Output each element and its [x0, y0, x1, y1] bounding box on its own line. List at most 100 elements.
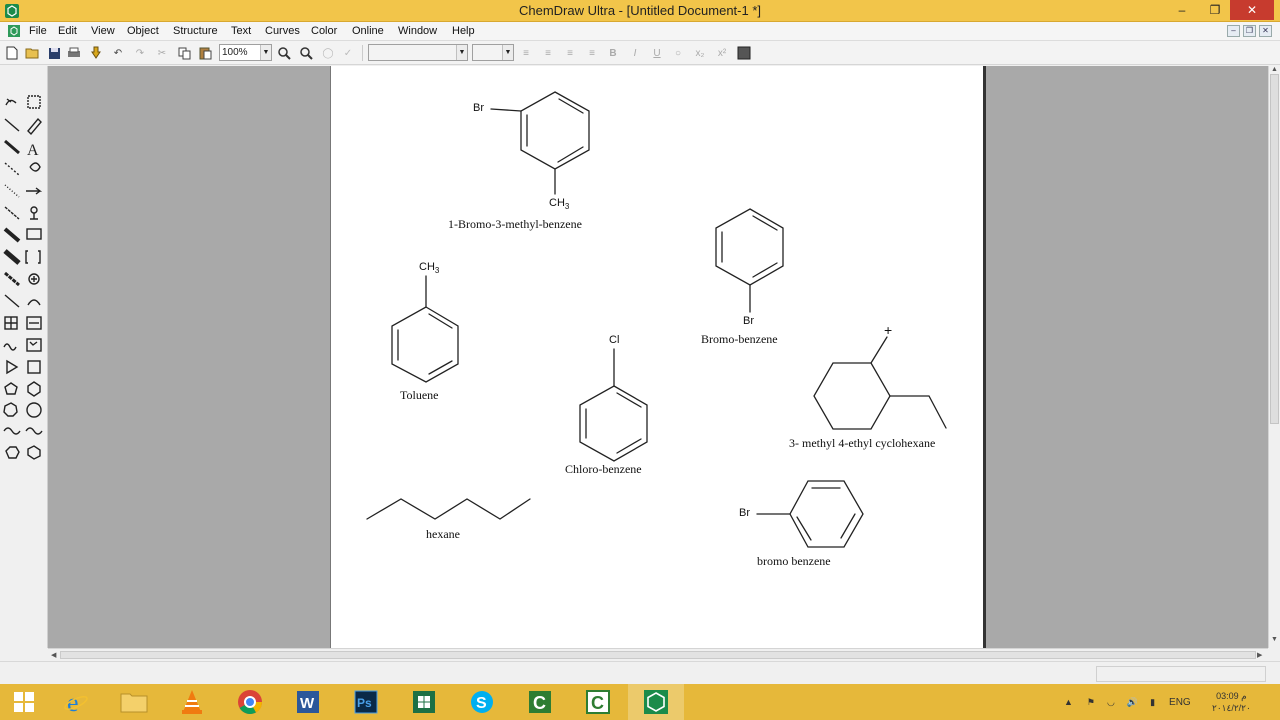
eraser-tool-icon[interactable] [25, 116, 45, 136]
save-icon[interactable] [46, 45, 62, 61]
menu-object[interactable]: Object [127, 25, 159, 37]
color-icon[interactable] [736, 45, 752, 61]
document-icon[interactable] [7, 24, 21, 38]
font-select[interactable]: ▼ [368, 44, 468, 61]
tray-expand-icon[interactable]: ▲ [1064, 697, 1073, 707]
atom-br-1[interactable]: Br [473, 102, 484, 114]
menu-window[interactable]: Window [398, 25, 437, 37]
zoom-tool-icon[interactable] [25, 270, 45, 290]
doc-minimize-button[interactable]: – [1227, 25, 1240, 37]
volume-icon[interactable]: 🔊 [1127, 697, 1138, 708]
clean-structure-icon[interactable]: ◯ [320, 45, 336, 61]
benzene-tool-icon[interactable] [25, 358, 45, 378]
vertical-scrollbar[interactable]: ▲ ▼ [1268, 66, 1280, 648]
scroll-left-icon[interactable]: ◀ [51, 651, 56, 659]
taskbar-word[interactable]: W [280, 684, 336, 720]
bond-tool-icon[interactable] [1, 116, 21, 136]
atom-ch3-1[interactable]: CH3 [549, 197, 569, 211]
label-cyclohexane[interactable]: 3- methyl 4-ethyl cyclohexane [789, 436, 935, 451]
menu-curves[interactable]: Curves [265, 25, 300, 37]
superscript-button[interactable]: x² [714, 45, 730, 61]
label-toluene[interactable]: Toluene [400, 388, 438, 403]
label-bromo-benzene[interactable]: Bromo-benzene [701, 332, 778, 347]
align-right-icon[interactable]: ≡ [562, 45, 578, 61]
check-structure-icon[interactable]: ✓ [340, 45, 356, 61]
start-button[interactable] [0, 684, 48, 720]
taskbar-camtasia[interactable]: C [512, 684, 568, 720]
svg-text:Ps: Ps [357, 696, 372, 710]
menu-view[interactable]: View [91, 25, 115, 37]
vertical-scroll-thumb[interactable] [1270, 74, 1279, 424]
taskbar-file-explorer[interactable] [106, 684, 162, 720]
atom-plus[interactable]: + [884, 322, 892, 338]
menu-text[interactable]: Text [231, 25, 251, 37]
menu-structure[interactable]: Structure [173, 25, 218, 37]
align-left-icon[interactable]: ≡ [518, 45, 534, 61]
clock[interactable]: 03:09 م ٢٠١٤/٢/٢٠ [1212, 684, 1251, 720]
scroll-down-icon[interactable]: ▼ [1271, 636, 1278, 643]
copy-icon[interactable] [176, 45, 192, 61]
font-size-select[interactable]: ▼ [472, 44, 514, 61]
taskbar-photoshop[interactable]: Ps [338, 684, 394, 720]
lasso-tool-icon[interactable] [1, 92, 21, 112]
close-button[interactable]: ✕ [1230, 0, 1274, 20]
zoom-in-icon[interactable] [276, 45, 292, 61]
atom-br-2[interactable]: Br [743, 315, 754, 327]
taskbar-excel[interactable] [396, 684, 452, 720]
subscript-button[interactable]: x₂ [692, 45, 708, 61]
taskbar-vlc[interactable] [164, 684, 220, 720]
label-bromo-methyl-benzene[interactable]: 1-Bromo-3-methyl-benzene [448, 217, 582, 232]
help-pointer-icon[interactable] [88, 45, 104, 61]
underline-button[interactable]: U [649, 45, 665, 61]
taskbar-camtasia-recorder[interactable]: C [570, 684, 626, 720]
menu-file[interactable]: File [29, 25, 47, 37]
italic-button[interactable]: I [627, 45, 643, 61]
doc-close-button[interactable]: ✕ [1259, 25, 1272, 37]
arrow-tool-icon[interactable] [25, 182, 45, 202]
zoom-out-icon[interactable] [298, 45, 314, 61]
skype-icon: S [471, 691, 493, 713]
justify-icon[interactable]: ≡ [584, 45, 600, 61]
text-tool-icon[interactable] [25, 138, 45, 158]
menu-help[interactable]: Help [452, 25, 475, 37]
chrome-icon [238, 690, 262, 715]
atom-br-3[interactable]: Br [739, 507, 750, 519]
minimize-button[interactable]: – [1167, 0, 1197, 20]
menu-edit[interactable]: Edit [58, 25, 77, 37]
network-icon[interactable]: ◡ [1107, 697, 1115, 708]
horizontal-scrollbar[interactable]: ◀ ▶ [48, 648, 1268, 661]
redo-icon[interactable]: ↷ [132, 45, 148, 61]
horizontal-scroll-thumb[interactable] [60, 651, 1256, 659]
paste-icon[interactable] [197, 45, 213, 61]
atom-ch3-2[interactable]: CH3 [419, 261, 439, 275]
restore-button[interactable]: ❐ [1200, 0, 1230, 20]
label-hexane[interactable]: hexane [426, 527, 460, 542]
taskbar-chrome[interactable] [222, 684, 278, 720]
open-folder-icon[interactable] [24, 45, 40, 61]
doc-restore-button[interactable]: ❐ [1243, 25, 1256, 37]
align-center-icon[interactable]: ≡ [540, 45, 556, 61]
document-canvas[interactable]: Br CH3 Br CH3 Cl + Br 1-Bromo-3-methyl-b… [330, 66, 986, 648]
language-indicator[interactable]: ENG [1169, 697, 1191, 708]
undo-icon[interactable]: ↶ [110, 45, 126, 61]
scroll-right-icon[interactable]: ▶ [1257, 651, 1262, 659]
taskbar-skype[interactable]: S [454, 684, 510, 720]
atom-cl[interactable]: Cl [609, 334, 619, 346]
menu-online[interactable]: Online [352, 25, 384, 37]
cyclohexane-tool-icon[interactable] [25, 402, 45, 422]
cut-icon[interactable]: ✂ [154, 45, 170, 61]
taskbar-chemdraw[interactable] [628, 684, 684, 720]
flag-icon[interactable]: ⚑ [1087, 697, 1095, 708]
new-document-icon[interactable] [4, 45, 20, 61]
label-bromo-benzene-2[interactable]: bromo benzene [757, 554, 831, 569]
scroll-up-icon[interactable]: ▲ [1271, 66, 1278, 73]
bold-button[interactable]: B [605, 45, 621, 61]
battery-icon[interactable]: ▮ [1150, 697, 1155, 708]
label-chloro-benzene[interactable]: Chloro-benzene [565, 462, 642, 477]
marquee-tool-icon[interactable] [25, 92, 45, 112]
print-icon[interactable] [66, 45, 82, 61]
zoom-select[interactable]: 100% ▼ [219, 44, 272, 61]
outline-text-icon[interactable]: ○ [670, 45, 686, 61]
menu-color[interactable]: Color [311, 25, 337, 37]
taskbar-internet-explorer[interactable]: e [48, 684, 104, 720]
